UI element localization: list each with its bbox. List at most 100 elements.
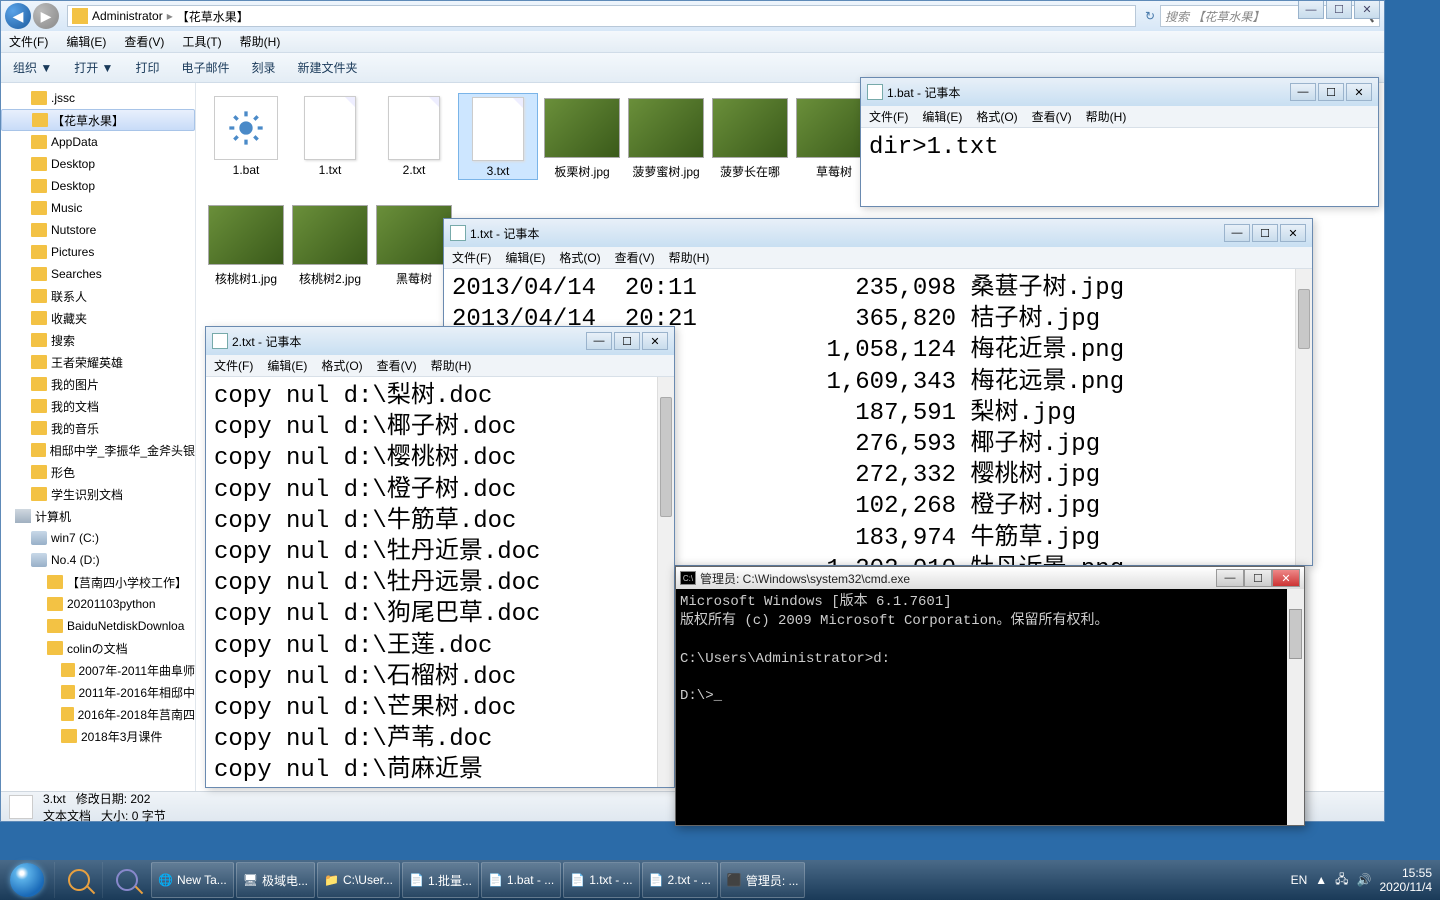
taskbar-task[interactable]: ⬛管理员: ... (720, 862, 806, 898)
tray-clock[interactable]: 15:55 2020/11/4 (1380, 866, 1433, 895)
menu-item[interactable]: 帮助(H) (669, 249, 710, 266)
sidebar-item[interactable]: 【花草水果】 (1, 109, 195, 131)
menu-item[interactable]: 帮助(H) (431, 357, 472, 374)
sidebar-item[interactable]: BaiduNetdiskDownloa (1, 615, 195, 637)
sidebar-item[interactable]: 2016年-2018年莒南四 (1, 703, 195, 725)
sidebar-item[interactable]: Searches (1, 263, 195, 285)
toolbar-item[interactable]: 组织 ▼ (13, 59, 52, 76)
file-item[interactable]: 2.txt (374, 93, 454, 180)
sidebar-item[interactable]: .jssc (1, 87, 195, 109)
sidebar-item[interactable]: Desktop (1, 153, 195, 175)
maximize-button[interactable]: ☐ (1318, 83, 1344, 101)
close-button[interactable]: ✕ (1354, 1, 1380, 19)
notepad-content[interactable]: copy nul d:\梨树.doc copy nul d:\椰子树.doc c… (206, 377, 674, 787)
sidebar-item[interactable]: 2007年-2011年曲阜师 (1, 659, 195, 681)
file-item[interactable]: 1.txt (290, 93, 370, 180)
cmd-titlebar[interactable]: C:\ 管理员: C:\Windows\system32\cmd.exe — ☐… (676, 567, 1304, 589)
notepad-titlebar[interactable]: 1.bat - 记事本 — ☐ ✕ (861, 78, 1378, 106)
minimize-button[interactable]: — (1298, 1, 1324, 19)
menu-item[interactable]: 查看(V) (615, 249, 655, 266)
sidebar-item[interactable]: 计算机 (1, 505, 195, 527)
menu-item[interactable]: 格式(O) (321, 357, 362, 374)
menu-item[interactable]: 查看(V) (377, 357, 417, 374)
maximize-button[interactable]: ☐ (614, 332, 640, 350)
sidebar-item[interactable]: Nutstore (1, 219, 195, 241)
tray-icon[interactable]: ▲ (1315, 873, 1327, 887)
maximize-button[interactable]: ☐ (1326, 1, 1352, 19)
sidebar-item[interactable]: Pictures (1, 241, 195, 263)
file-item[interactable]: 3.txt (458, 93, 538, 180)
sidebar-item[interactable]: 联系人 (1, 285, 195, 307)
tray-language[interactable]: EN (1291, 873, 1308, 887)
close-button[interactable]: ✕ (1346, 83, 1372, 101)
explorer-sidebar[interactable]: .jssc【花草水果】AppDataDesktopDesktopMusicNut… (1, 83, 196, 791)
taskbar-magnifier-icon[interactable] (102, 862, 150, 898)
maximize-button[interactable]: ☐ (1244, 569, 1272, 587)
nav-forward-button[interactable]: ▶ (33, 3, 59, 29)
tray-network-icon[interactable]: 🖧 (1335, 870, 1348, 891)
sidebar-item[interactable]: 王者荣耀英雄 (1, 351, 195, 373)
menu-item[interactable]: 帮助(H) (240, 33, 281, 50)
breadcrumb[interactable]: Administrator ▸ 【花草水果】 (67, 5, 1136, 27)
taskbar-task[interactable]: 📄1.批量... (402, 862, 479, 898)
sidebar-item[interactable]: 20201103python (1, 593, 195, 615)
sidebar-item[interactable]: 学生识别文档 (1, 483, 195, 505)
notepad-content[interactable]: dir>1.txt (861, 128, 1378, 206)
file-item[interactable]: 菠萝蜜树.jpg (626, 93, 706, 180)
file-item[interactable]: 黑莓树 (374, 200, 454, 287)
close-button[interactable]: ✕ (1272, 569, 1300, 587)
menu-item[interactable]: 查看(V) (124, 33, 164, 50)
sidebar-item[interactable]: AppData (1, 131, 195, 153)
menu-item[interactable]: 编辑(E) (66, 33, 106, 50)
scrollbar[interactable] (1287, 589, 1304, 825)
file-item[interactable]: 核桃树2.jpg (290, 200, 370, 287)
close-button[interactable]: ✕ (642, 332, 668, 350)
sidebar-item[interactable]: No.4 (D:) (1, 549, 195, 571)
menu-item[interactable]: 文件(F) (869, 108, 908, 125)
minimize-button[interactable]: — (1290, 83, 1316, 101)
minimize-button[interactable]: — (1216, 569, 1244, 587)
sidebar-item[interactable]: win7 (C:) (1, 527, 195, 549)
sidebar-item[interactable]: 我的文档 (1, 395, 195, 417)
notepad-titlebar[interactable]: 1.txt - 记事本 — ☐ ✕ (444, 219, 1312, 247)
scrollbar[interactable] (1295, 269, 1312, 565)
sidebar-item[interactable]: 2018年3月课件 (1, 725, 195, 747)
sidebar-item[interactable]: 【莒南四小学校工作】 (1, 571, 195, 593)
sidebar-item[interactable]: colinの文档 (1, 637, 195, 659)
refresh-button[interactable]: ↻ (1140, 9, 1160, 23)
sidebar-item[interactable]: 2011年-2016年相邸中 (1, 681, 195, 703)
toolbar-item[interactable]: 新建文件夹 (297, 59, 357, 76)
menu-item[interactable]: 格式(O) (559, 249, 600, 266)
menu-item[interactable]: 帮助(H) (1086, 108, 1127, 125)
toolbar-item[interactable]: 打开 ▼ (74, 59, 113, 76)
sidebar-item[interactable]: Music (1, 197, 195, 219)
sidebar-item[interactable]: Desktop (1, 175, 195, 197)
taskbar-task[interactable]: 📄2.txt - ... (642, 862, 718, 898)
tray-volume-icon[interactable]: 🔊 (1357, 873, 1372, 887)
taskbar-task[interactable]: 🌐New Ta... (151, 862, 234, 898)
toolbar-item[interactable]: 电子邮件 (181, 59, 229, 76)
file-item[interactable]: 1.bat (206, 93, 286, 180)
toolbar-item[interactable]: 打印 (135, 59, 159, 76)
menu-item[interactable]: 格式(O) (976, 108, 1017, 125)
taskbar-search-icon[interactable] (54, 862, 102, 898)
taskbar-task[interactable]: 📄1.bat - ... (481, 862, 561, 898)
sidebar-item[interactable]: 我的图片 (1, 373, 195, 395)
scrollbar[interactable] (657, 377, 674, 787)
file-item[interactable]: 板栗树.jpg (542, 93, 622, 180)
menu-item[interactable]: 编辑(E) (505, 249, 545, 266)
minimize-button[interactable]: — (1224, 224, 1250, 242)
system-tray[interactable]: EN ▲ 🖧 🔊 15:55 2020/11/4 (1291, 866, 1440, 895)
taskbar-task[interactable]: 🖥极域电... (236, 862, 315, 898)
taskbar-task[interactable]: 📁C:\User... (317, 862, 400, 898)
sidebar-item[interactable]: 我的音乐 (1, 417, 195, 439)
cmd-content[interactable]: Microsoft Windows [版本 6.1.7601] 版权所有 (c)… (676, 589, 1304, 710)
taskbar-task[interactable]: 📄1.txt - ... (563, 862, 639, 898)
menu-item[interactable]: 编辑(E) (267, 357, 307, 374)
menu-item[interactable]: 文件(F) (9, 33, 48, 50)
file-item[interactable]: 核桃树1.jpg (206, 200, 286, 287)
minimize-button[interactable]: — (586, 332, 612, 350)
start-button[interactable] (0, 860, 54, 900)
sidebar-item[interactable]: 相邸中学_李振华_金斧头银 (1, 439, 195, 461)
sidebar-item[interactable]: 形色 (1, 461, 195, 483)
